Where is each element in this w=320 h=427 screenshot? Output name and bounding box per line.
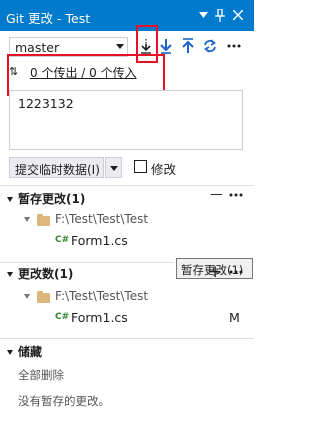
collapse-icon[interactable] [7, 197, 13, 202]
more-icon[interactable] [225, 35, 243, 57]
file-name: Form1.cs [71, 310, 128, 325]
staged-title: 暂存更改(1) [18, 192, 86, 206]
chevron-down-icon [116, 44, 124, 49]
stage-all-icon[interactable]: + [208, 262, 222, 282]
divider [0, 262, 174, 263]
sync-arrows-icon: ⇅ [9, 65, 19, 78]
divider [0, 338, 254, 339]
file-status-badge: M [229, 310, 240, 325]
folder-row[interactable]: F:\Test\Test\Test [0, 287, 254, 307]
folder-path: F:\Test\Test\Test [55, 212, 149, 226]
folder-path: F:\Test\Test\Test [55, 289, 149, 303]
commit-message-text: 1223132 [18, 96, 74, 111]
commit-staged-button[interactable]: 提交临时数据(I) [9, 157, 104, 178]
csharp-file-icon: C# [55, 312, 70, 322]
close-icon[interactable] [231, 7, 245, 23]
sync-status-row: ⇅ 0 个传出 / 0 个传入 [0, 59, 254, 85]
stashes-title: 储藏 [18, 345, 43, 359]
folder-icon [37, 291, 50, 303]
changed-file-row[interactable]: C# Form1.cs M [0, 308, 254, 328]
delete-all-stashes-link[interactable]: 全部删除 [18, 367, 64, 383]
window-title: Git 更改 - Test [6, 11, 91, 26]
folder-icon [37, 214, 50, 226]
collapse-icon[interactable] [7, 272, 13, 277]
unstage-all-icon[interactable]: — [210, 187, 223, 202]
staged-file-row[interactable]: C# Form1.cs [0, 231, 254, 251]
amend-label: 修改 [151, 162, 177, 177]
changes-title: 更改数(1) [18, 267, 74, 281]
branch-name: master [15, 40, 60, 55]
pin-icon[interactable] [213, 7, 227, 23]
title-bar: Git 更改 - Test [0, 0, 254, 31]
expand-icon[interactable] [24, 294, 30, 299]
more-icon[interactable] [227, 263, 245, 281]
csharp-file-icon: C# [55, 235, 70, 245]
commit-message-input[interactable]: 1223132 [9, 90, 243, 150]
expand-icon[interactable] [24, 217, 30, 222]
more-icon[interactable] [227, 186, 245, 204]
folder-row[interactable]: F:\Test\Test\Test [0, 210, 254, 230]
push-icon[interactable] [179, 35, 197, 57]
stashes-empty-text: 没有暂存的更改。 [18, 394, 110, 408]
collapse-icon[interactable] [7, 350, 13, 355]
commit-options-dropdown[interactable] [105, 157, 122, 178]
sync-icon[interactable] [201, 35, 219, 57]
chevron-down-icon [110, 166, 118, 171]
divider [0, 185, 254, 186]
commit-staged-label: 提交临时数据(I) [15, 163, 100, 177]
window-dropdown-icon[interactable] [196, 7, 210, 23]
sync-status-link[interactable]: 0 个传出 / 0 个传入 [30, 64, 137, 81]
amend-checkbox[interactable] [134, 160, 147, 173]
file-name: Form1.cs [71, 233, 128, 248]
